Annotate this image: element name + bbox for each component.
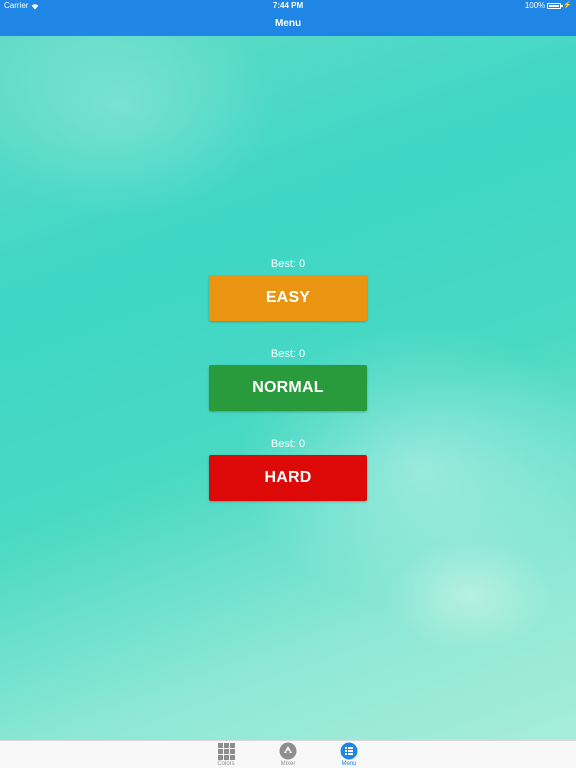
battery-icon [547, 3, 564, 9]
level-normal: Best: 0 NORMAL [209, 347, 367, 411]
tab-bar: Colors Mixer Menu [0, 740, 576, 768]
top-bar: Carrier 7:44 PM 100% ⚡ Menu [0, 0, 576, 36]
best-score-normal: Best: 0 [270, 348, 306, 360]
tab-colors-label: Colors [217, 761, 235, 767]
tab-colors[interactable]: Colors [206, 741, 246, 768]
best-score-easy: Best: 0 [270, 258, 306, 270]
charging-icon: ⚡ [563, 2, 572, 9]
battery-group: 100% ⚡ [525, 0, 572, 12]
level-easy: Best: 0 EASY [209, 257, 367, 321]
status-time: 7:44 PM [272, 1, 304, 10]
grid-icon [217, 742, 235, 760]
status-bar: Carrier 7:44 PM 100% ⚡ [0, 0, 576, 12]
menu-screen: Best: 0 EASY Best: 0 NORMAL Best: 0 HARD [0, 36, 576, 740]
easy-button[interactable]: EASY [209, 275, 367, 321]
normal-button[interactable]: NORMAL [209, 365, 367, 411]
best-score-hard: Best: 0 [270, 438, 306, 450]
tab-menu[interactable]: Menu [329, 741, 369, 768]
mixer-icon [279, 742, 297, 760]
nav-title: Menu [274, 18, 302, 29]
menu-list-icon [340, 742, 358, 760]
tab-mixer-label: Mixer [280, 761, 296, 767]
level-hard: Best: 0 HARD [209, 437, 367, 501]
hard-button[interactable]: HARD [209, 455, 367, 501]
battery-percent: 100% [524, 1, 546, 10]
tab-mixer[interactable]: Mixer [268, 741, 308, 768]
tab-menu-label: Menu [341, 761, 357, 767]
